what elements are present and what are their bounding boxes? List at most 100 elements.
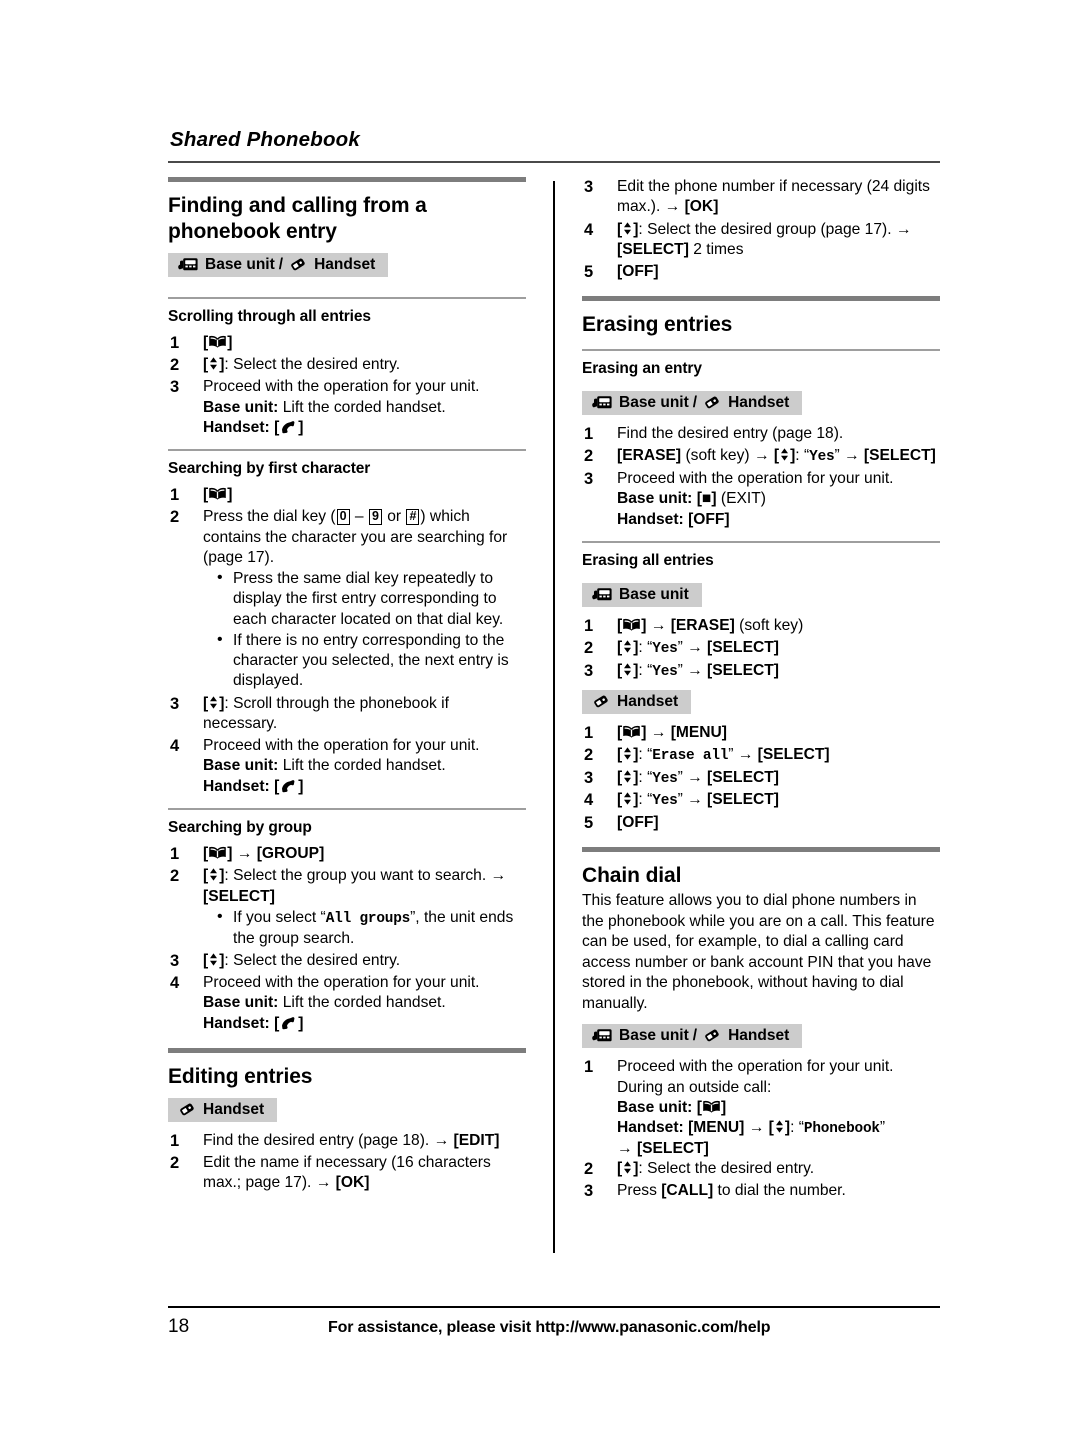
select-key: [SELECT]: [707, 791, 779, 809]
step: 3 []: Scroll through the phonebook if ne…: [168, 694, 526, 735]
step-number: 3: [170, 694, 180, 713]
select-key: [SELECT]: [617, 240, 689, 258]
arrow-icon: →: [687, 768, 703, 786]
handset-icon: [702, 394, 722, 411]
step-number: 2: [584, 1160, 594, 1179]
step-text: Proceed with the operation for your unit…: [203, 974, 480, 992]
menu-key: [MENU]: [670, 723, 727, 741]
badge-base-unit: Base unit: [582, 582, 702, 608]
step-number: 3: [584, 662, 594, 681]
step: 2 []: Select the desired entry.: [168, 355, 526, 375]
dialkey-0: 0: [336, 509, 350, 525]
step: 3 Proceed with the operation for your un…: [582, 469, 940, 530]
quoted-value: Erase all: [652, 748, 729, 765]
ok-key: [OK]: [335, 1174, 370, 1192]
steps-erasing-all-handset: 1 [] → [MENU] 2 []: “Erase all” → [SELEC…: [582, 723, 940, 834]
phonebook-key: []: [617, 723, 647, 741]
step-number: 2: [170, 1154, 180, 1172]
base-unit-icon: [591, 1027, 613, 1044]
updown-key-icon: []: [617, 220, 639, 238]
or-word: or: [387, 508, 402, 526]
group-key: [GROUP]: [256, 845, 325, 863]
step-number: 3: [170, 378, 180, 397]
select-key: [SELECT]: [757, 746, 830, 764]
step-text: Proceed with the operation for your unit…: [203, 737, 480, 755]
arrow-icon: →: [687, 662, 703, 680]
step-text: Proceed with the operation for your unit…: [617, 470, 894, 488]
badge-handset-label: Handset: [203, 1100, 265, 1118]
right-column: 3 Edit the phone number if necessary (24…: [582, 177, 940, 1204]
section-title-finding: Finding and calling from a phonebook ent…: [168, 194, 427, 243]
soft-key-note: (soft key): [739, 617, 804, 635]
header-rule: [168, 161, 940, 163]
quoted-value: Yes: [652, 793, 678, 810]
step-number: 4: [584, 220, 594, 239]
step: 3 Edit the phone number if necessary (24…: [582, 177, 940, 218]
updown-key-icon: []: [768, 1119, 791, 1137]
bullet-pre: If you select “: [233, 908, 326, 926]
step: 3 []: “Yes” → [SELECT]: [582, 661, 940, 682]
arrow-icon: →: [315, 1174, 332, 1192]
step: 4 Proceed with the operation for your un…: [168, 736, 526, 797]
steps-group: 1 [] → [GROUP] 2 []: Select the group yo…: [168, 844, 526, 1034]
step-number: 2: [170, 867, 180, 886]
exit-key: [■]: [696, 490, 717, 508]
step: 1 Find the desired entry (page 18).: [582, 424, 940, 444]
step-text: : Select the group you want to search.: [224, 867, 487, 885]
manual-page: Shared Phonebook Finding and calling fro…: [168, 128, 940, 1308]
section-title-editing: Editing entries: [168, 1064, 313, 1088]
select-key: [SELECT]: [636, 1139, 709, 1157]
step-text: : Select the desired group (page 17).: [638, 220, 892, 238]
step-number: 1: [584, 617, 594, 636]
quoted-value: Phonebook: [803, 1121, 880, 1138]
step-number: 4: [170, 737, 180, 756]
footer-rule: [168, 1306, 940, 1308]
step: 1 []: [168, 485, 526, 505]
base-unit-label: Base unit:: [203, 994, 279, 1012]
quoted-value: All groups: [325, 910, 411, 927]
badge-handset-label: Handset: [728, 394, 790, 412]
phonebook-key: []: [203, 845, 233, 863]
base-unit-icon: [591, 394, 613, 411]
during-call-text: During an outside call:: [617, 1078, 772, 1096]
step: 2 []: Select the desired entry.: [582, 1159, 940, 1179]
list-item: If there is no entry corresponding to th…: [217, 630, 526, 692]
subsection-rule: [168, 296, 526, 299]
menu-key: [MENU]: [688, 1119, 745, 1137]
two-column-body: Finding and calling from a phonebook ent…: [168, 177, 940, 1253]
subsection-rule: [168, 449, 526, 452]
phonebook-key: []: [203, 486, 233, 504]
arrow-icon: →: [617, 1139, 633, 1157]
step-number: 1: [584, 1058, 594, 1077]
updown-key-icon: []: [773, 447, 796, 465]
step-post: to dial the number.: [717, 1182, 846, 1200]
arrow-icon: →: [433, 1131, 450, 1149]
phonebook-key: []: [203, 333, 233, 351]
step: 2 Press the dial key (0 – 9 or #) which …: [168, 507, 526, 691]
step-number: 1: [170, 486, 180, 505]
erase-key: [ERASE]: [617, 447, 682, 465]
badge-base-unit-label: Base unit: [619, 1027, 689, 1045]
arrow-icon: →: [650, 617, 667, 635]
badge-base-unit-label: Base unit: [619, 394, 689, 412]
step-number: 3: [170, 951, 180, 970]
step: 2 []: Select the group you want to searc…: [168, 866, 526, 949]
step: 4 []: “Yes” → [SELECT]: [582, 790, 940, 811]
step: 1 [] → [GROUP]: [168, 844, 526, 864]
quoted-value: Yes: [809, 449, 835, 466]
step-text: : Select the desired entry.: [638, 1160, 815, 1178]
step-text: : Select the desired entry.: [224, 355, 401, 373]
step: 1 Find the desired entry (page 18). → [E…: [168, 1131, 526, 1151]
badge-separator: /: [278, 255, 284, 273]
step-text: : Select the desired entry.: [224, 951, 401, 969]
step-number: 1: [170, 333, 180, 352]
step: 3 Press [CALL] to dial the number.: [582, 1181, 940, 1201]
bullet-list: Press the same dial key repeatedly to di…: [203, 568, 526, 692]
section-title-erasing: Erasing entries: [582, 313, 733, 337]
badge-base-unit-label: Base unit: [205, 255, 275, 273]
badge-handset: Handset: [168, 1097, 278, 1122]
handset-label: Handset:: [617, 1119, 684, 1137]
chain-dial-description: This feature allows you to dial phone nu…: [582, 892, 935, 1012]
ok-key: [OK]: [684, 198, 719, 216]
step-text: Find the desired entry (page 18).: [203, 1131, 430, 1149]
